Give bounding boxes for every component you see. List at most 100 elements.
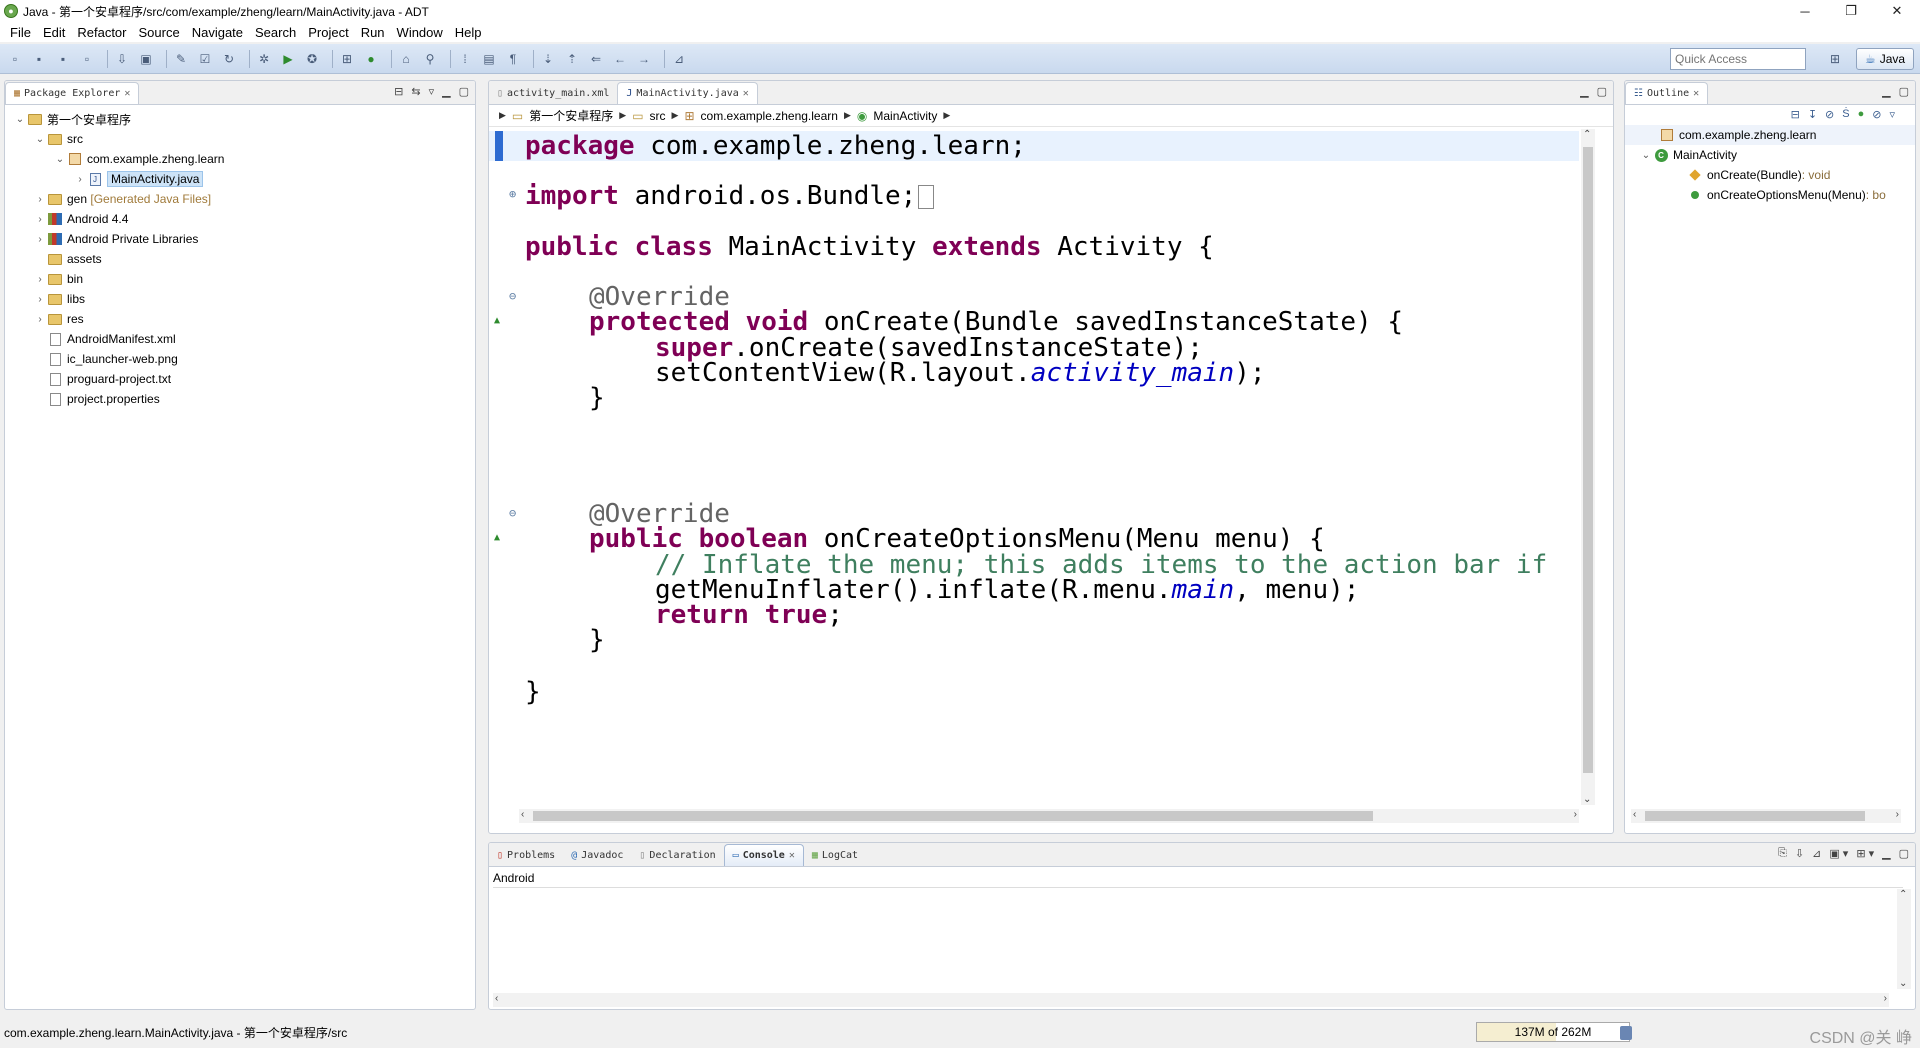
avd-manager-icon[interactable]: ▣ <box>137 50 155 68</box>
scroll-left-icon[interactable]: ‹ <box>1633 809 1636 820</box>
chevron-down-icon[interactable]: ⌄ <box>1639 150 1653 161</box>
tree-item-proguard[interactable]: proguard-project.txt <box>5 369 475 389</box>
breadcrumb-arrow-icon[interactable]: ▶ <box>499 110 506 121</box>
menu-help[interactable]: Help <box>449 25 488 40</box>
scroll-down-icon[interactable]: ⌄ <box>1899 978 1907 989</box>
menu-window[interactable]: Window <box>391 25 449 40</box>
minimize-view-icon[interactable]: ▁ <box>1882 85 1890 98</box>
hide-non-public-icon[interactable]: ● <box>1858 108 1865 125</box>
chevron-right-icon[interactable]: › <box>33 314 47 325</box>
view-menu-icon[interactable]: ▿ <box>1889 108 1895 125</box>
maximize-view-icon[interactable]: ▢ <box>1899 85 1909 98</box>
breadcrumb-item[interactable]: 第一个安卓程序 <box>529 107 613 124</box>
java-perspective-button[interactable]: ☕ Java <box>1856 48 1914 70</box>
close-icon[interactable]: ✕ <box>124 88 130 99</box>
display-selected-console-icon[interactable]: ▣ ▾ <box>1829 847 1848 860</box>
tree-item-mainactivity[interactable]: › J MainActivity.java <box>5 169 475 189</box>
chevron-right-icon[interactable]: › <box>33 274 47 285</box>
external-tools-icon[interactable]: ✪ <box>303 50 321 68</box>
outline-item-oncreateoptionsmenu[interactable]: onCreateOptionsMenu(Menu) : bo <box>1625 185 1915 205</box>
chevron-right-icon[interactable]: › <box>33 294 47 305</box>
garbage-collect-icon[interactable] <box>1620 1026 1632 1040</box>
override-marker-icon[interactable]: ▲ <box>494 315 500 326</box>
editor-horizontal-scrollbar[interactable]: ‹ › <box>519 809 1579 823</box>
tree-item-res[interactable]: › res <box>5 309 475 329</box>
menu-run[interactable]: Run <box>355 25 391 40</box>
scroll-left-icon[interactable]: ‹ <box>521 809 524 820</box>
console-body[interactable]: Android <box>489 867 1915 889</box>
tab-declaration[interactable]: ▯ Declaration <box>631 844 723 866</box>
pin-editor-icon[interactable]: ⊿ <box>670 50 688 68</box>
menu-navigate[interactable]: Navigate <box>186 25 249 40</box>
run-icon[interactable]: ▶ <box>279 50 297 68</box>
breadcrumb-arrow-icon[interactable]: ▶ <box>943 110 950 121</box>
menu-edit[interactable]: Edit <box>37 25 71 40</box>
console-vertical-scrollbar[interactable]: ⌃ ⌄ <box>1897 889 1911 989</box>
scrollbar-thumb[interactable] <box>1645 811 1865 821</box>
refresh-icon[interactable]: ↻ <box>220 50 238 68</box>
close-icon[interactable]: ✕ <box>743 88 749 99</box>
toggle-mark-icon[interactable]: ⁞ <box>456 50 474 68</box>
new-class-icon[interactable]: ● <box>362 50 380 68</box>
override-marker-icon[interactable]: ▲ <box>494 532 500 543</box>
tree-item-src[interactable]: ⌄ src <box>5 129 475 149</box>
scrollbar-thumb[interactable] <box>1583 147 1593 773</box>
chevron-right-icon[interactable]: › <box>33 194 47 205</box>
breadcrumb-item[interactable]: src <box>650 109 666 123</box>
close-icon[interactable]: ✕ <box>789 850 795 861</box>
scroll-up-icon[interactable]: ⌃ <box>1899 889 1907 900</box>
tree-item-manifest[interactable]: AndroidManifest.xml <box>5 329 475 349</box>
tab-javadoc[interactable]: @ Javadoc <box>563 844 631 866</box>
close-icon[interactable]: ✕ <box>1693 88 1699 99</box>
tree-item-package[interactable]: ⌄ com.example.zheng.learn <box>5 149 475 169</box>
tree-item-bin[interactable]: › bin <box>5 269 475 289</box>
chevron-right-icon[interactable]: › <box>73 174 87 185</box>
quick-access-input[interactable] <box>1670 48 1806 70</box>
scroll-down-icon[interactable]: ⌄ <box>1583 794 1591 805</box>
maximize-view-icon[interactable]: ▢ <box>1597 85 1607 98</box>
menu-refactor[interactable]: Refactor <box>71 25 132 40</box>
scrollbar-thumb[interactable] <box>533 811 1373 821</box>
outline-item-oncreate[interactable]: onCreate(Bundle) : void <box>1625 165 1915 185</box>
hide-fields-icon[interactable]: ⊘ <box>1825 108 1834 125</box>
save-icon[interactable]: ▪ <box>30 50 48 68</box>
tab-package-explorer[interactable]: ▦ Package Explorer ✕ <box>5 82 140 104</box>
tab-activity-main-xml[interactable]: ▯ activity_main.xml <box>489 82 617 104</box>
breadcrumb-arrow-icon[interactable]: ▶ <box>844 110 851 121</box>
minimize-view-icon[interactable]: ▁ <box>442 85 450 98</box>
tree-item-android-lib[interactable]: › Android 4.4 <box>5 209 475 229</box>
tab-outline[interactable]: ☷ Outline ✕ <box>1625 82 1709 104</box>
collapse-method-icon[interactable]: ⊖ <box>509 506 516 520</box>
restore-button[interactable]: ❐ <box>1828 0 1874 22</box>
last-edit-icon[interactable]: ⇐ <box>587 50 605 68</box>
menu-file[interactable]: File <box>4 25 37 40</box>
editor-vertical-scrollbar[interactable]: ⌃ ⌄ <box>1581 129 1595 805</box>
chevron-down-icon[interactable]: ⌄ <box>33 134 47 145</box>
breadcrumb-item[interactable]: MainActivity <box>873 109 937 123</box>
breadcrumb-item[interactable]: com.example.zheng.learn <box>701 109 838 123</box>
tree-item-assets[interactable]: assets <box>5 249 475 269</box>
new-package-icon[interactable]: ⊞ <box>338 50 356 68</box>
pin-console-icon[interactable]: ⊿ <box>1812 847 1821 860</box>
collapse-method-icon[interactable]: ⊖ <box>509 289 516 303</box>
scroll-right-icon[interactable]: › <box>1574 809 1577 820</box>
minimize-view-icon[interactable]: ▁ <box>1882 847 1890 860</box>
scroll-right-icon[interactable]: › <box>1896 809 1899 820</box>
open-perspective-icon[interactable]: ⊞ <box>1826 50 1844 68</box>
folded-imports-box[interactable] <box>918 184 935 209</box>
open-type-icon[interactable]: ⌂ <box>397 50 415 68</box>
chevron-down-icon[interactable]: ⌄ <box>13 114 27 125</box>
clear-console-icon[interactable]: ⎘ <box>1778 847 1787 860</box>
maximize-view-icon[interactable]: ▢ <box>1899 847 1909 860</box>
breadcrumb-arrow-icon[interactable]: ▶ <box>672 110 679 121</box>
task-icon[interactable]: ☑ <box>196 50 214 68</box>
new-icon[interactable]: ▫ <box>6 50 24 68</box>
debug-icon[interactable]: ✲ <box>255 50 273 68</box>
minimize-view-icon[interactable]: ▁ <box>1580 85 1588 98</box>
tree-item-project[interactable]: ⌄ 第一个安卓程序 <box>5 109 475 129</box>
search-icon[interactable]: ⚲ <box>421 50 439 68</box>
outline-horizontal-scrollbar[interactable]: ‹ › <box>1631 809 1901 823</box>
block-selection-icon[interactable]: ▤ <box>480 50 498 68</box>
tab-console[interactable]: ▭ Console ✕ <box>723 844 804 866</box>
chevron-right-icon[interactable]: › <box>33 234 47 245</box>
